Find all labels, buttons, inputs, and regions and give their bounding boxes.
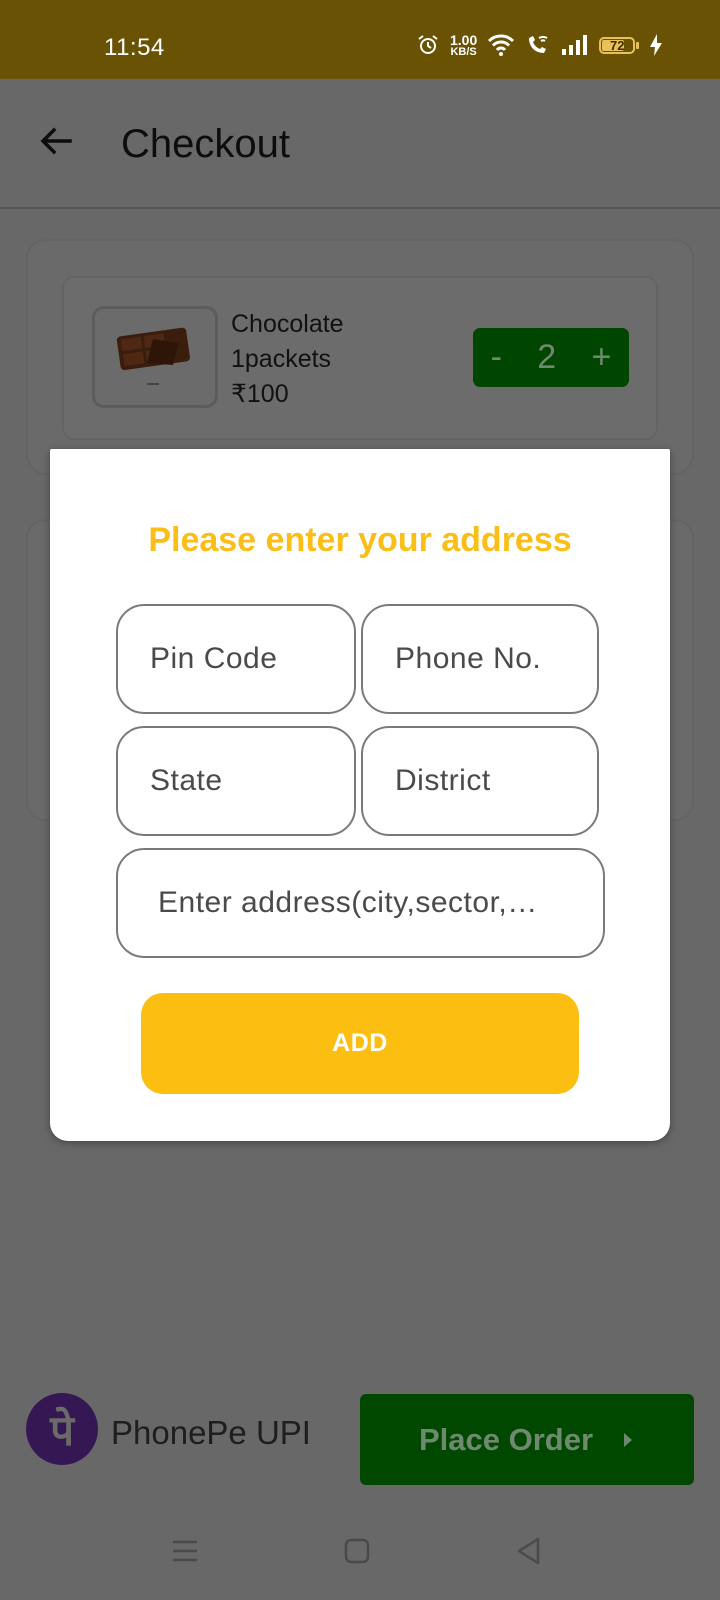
place-order-button[interactable]: Place Order xyxy=(360,1394,694,1485)
quantity-count: 2 xyxy=(537,338,557,376)
arrow-left-icon[interactable] xyxy=(36,121,76,161)
app-bar: Checkout xyxy=(0,79,720,209)
charging-icon xyxy=(649,33,663,57)
address-input[interactable] xyxy=(118,850,603,956)
status-bar: 11:54 1.00 KB/S 72 xyxy=(0,0,720,79)
district-field xyxy=(361,726,599,836)
product-price: ₹100 xyxy=(231,380,289,408)
pin-code-field xyxy=(116,604,356,714)
dialog-title: Please enter your address xyxy=(148,521,572,559)
battery-icon: 72 xyxy=(599,36,640,54)
alarm-icon xyxy=(416,33,440,57)
place-order-label: Place Order xyxy=(418,1421,594,1457)
add-button[interactable]: ADD xyxy=(141,993,579,1094)
home-icon[interactable] xyxy=(340,1534,374,1568)
state-field xyxy=(116,726,356,836)
product-name: Chocolate xyxy=(231,310,344,338)
district-input[interactable] xyxy=(363,728,597,834)
signal-icon xyxy=(561,34,589,56)
page-title: Checkout xyxy=(121,122,290,166)
wifi-icon xyxy=(487,33,515,57)
phonepe-logo[interactable]: पे xyxy=(26,1393,98,1465)
network-speed: 1.00 KB/S xyxy=(450,33,477,58)
payment-method-label[interactable]: PhonePe UPI xyxy=(111,1414,311,1452)
phone-field xyxy=(361,604,599,714)
net-speed-value: 1.00 xyxy=(450,31,478,48)
phone-input[interactable] xyxy=(363,606,597,712)
state-input[interactable] xyxy=(118,728,354,834)
address-dialog: Please enter your address ADD xyxy=(50,449,670,1141)
product-quantity-label: 1packets xyxy=(231,345,332,373)
battery-level: 72 xyxy=(610,37,625,53)
address-field xyxy=(116,848,605,958)
menu-icon[interactable] xyxy=(168,1534,202,1568)
pin-code-input[interactable] xyxy=(118,606,354,712)
net-speed-unit: KB/S xyxy=(450,45,477,58)
wifi-calling-icon xyxy=(525,33,551,57)
quantity-stepper: - 2 + xyxy=(473,328,629,387)
status-time: 11:54 xyxy=(104,34,165,61)
decrement-button[interactable]: - xyxy=(491,338,502,377)
back-nav-icon[interactable] xyxy=(512,1534,546,1568)
increment-button[interactable]: + xyxy=(591,338,611,377)
status-icons: 1.00 KB/S 72 xyxy=(416,30,663,60)
chevron-right-icon xyxy=(621,1422,635,1458)
product-image xyxy=(92,306,218,408)
